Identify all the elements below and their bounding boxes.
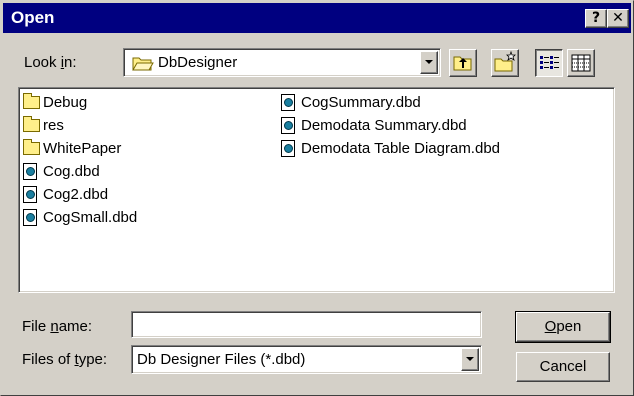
cancel-button[interactable]: Cancel bbox=[516, 352, 610, 382]
dbd-file-icon bbox=[281, 117, 295, 134]
file-list[interactable]: Debug res WhitePaper Cog.dbd Cog2.dbd CogSmal… bbox=[18, 87, 615, 293]
list-view-button[interactable] bbox=[535, 49, 563, 77]
files-of-type-value: Db Designer Files (*.dbd) bbox=[137, 351, 306, 368]
item-label: CogSmall.dbd bbox=[43, 209, 138, 226]
file-name-label: File name: bbox=[22, 318, 93, 335]
dialog-title: Open bbox=[11, 8, 55, 27]
chevron-down-icon bbox=[425, 60, 433, 64]
title-bar[interactable]: Open ? ✕ bbox=[3, 3, 631, 33]
details-view-icon bbox=[571, 54, 591, 72]
look-in-dropdown-button[interactable] bbox=[420, 51, 438, 74]
folder-icon bbox=[23, 116, 40, 132]
open-button[interactable]: Open bbox=[515, 311, 611, 343]
look-in-value: DbDesigner bbox=[158, 54, 238, 71]
up-folder-icon bbox=[453, 56, 472, 71]
dbd-file-icon bbox=[281, 140, 295, 157]
create-new-folder-button[interactable] bbox=[491, 49, 519, 77]
close-icon: ✕ bbox=[612, 10, 624, 26]
item-label: Demodata Table Diagram.dbd bbox=[301, 140, 501, 157]
chevron-down-icon bbox=[466, 357, 474, 361]
folder-icon bbox=[23, 139, 40, 155]
item-label: Cog2.dbd bbox=[43, 186, 109, 203]
item-label: Debug bbox=[43, 94, 88, 111]
files-of-type-label: Files of type: bbox=[22, 351, 108, 368]
item-label: Cog.dbd bbox=[43, 163, 100, 180]
look-in-label: Look in: bbox=[24, 54, 77, 71]
close-button[interactable]: ✕ bbox=[607, 9, 629, 28]
help-button[interactable]: ? bbox=[585, 9, 607, 28]
look-in-combo[interactable]: DbDesigner bbox=[123, 48, 441, 77]
dbd-file-icon bbox=[23, 186, 37, 203]
details-view-button[interactable] bbox=[567, 49, 595, 77]
up-one-level-button[interactable] bbox=[449, 49, 477, 77]
dbd-file-icon bbox=[23, 209, 37, 226]
folder-icon bbox=[23, 93, 40, 109]
item-label: CogSummary.dbd bbox=[301, 94, 421, 111]
dbd-file-icon bbox=[23, 163, 37, 180]
files-of-type-combo[interactable]: Db Designer Files (*.dbd) bbox=[131, 345, 482, 374]
folder-open-icon bbox=[132, 57, 154, 71]
files-of-type-dropdown-button[interactable] bbox=[461, 348, 479, 371]
item-label: WhitePaper bbox=[43, 140, 122, 157]
item-label: Demodata Summary.dbd bbox=[301, 117, 467, 134]
help-icon: ? bbox=[591, 10, 601, 26]
dbd-file-icon bbox=[281, 94, 295, 111]
open-dialog: Open ? ✕ Look in: DbDesigner Debug res W… bbox=[0, 0, 634, 396]
new-folder-icon bbox=[494, 50, 516, 72]
list-view-icon bbox=[540, 56, 559, 69]
file-name-input[interactable] bbox=[131, 311, 482, 338]
item-label: res bbox=[43, 117, 64, 134]
